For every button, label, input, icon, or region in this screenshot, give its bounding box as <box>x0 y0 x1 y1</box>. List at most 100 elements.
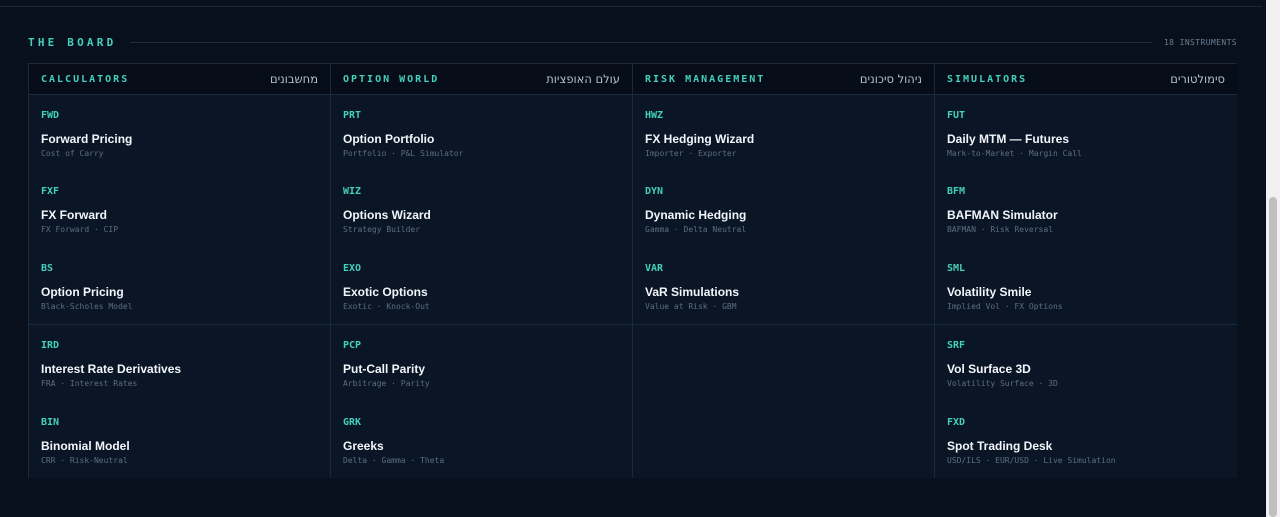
column-title-hebrew: עולם האופציות <box>546 72 620 86</box>
instrument-name: Binomial Model <box>41 439 130 453</box>
instrument-subtitle: Value at Risk · GBM <box>645 302 737 311</box>
column-risk-management: RISK MANAGEMENT ניהול סיכונים HWZ FX Hed… <box>633 64 935 478</box>
instrument-subtitle: Arbitrage · Parity <box>343 379 430 388</box>
instrument-name: Option Portfolio <box>343 132 435 146</box>
instrument-group: FUT Daily MTM — Futures Mark-to-Market ·… <box>935 95 1237 325</box>
instrument-subtitle: Implied Vol · FX Options <box>947 302 1063 311</box>
top-divider <box>0 6 1262 7</box>
section-divider <box>130 41 1152 43</box>
instrument-name: FX Hedging Wizard <box>645 132 755 146</box>
instrument-card-srf[interactable]: SRF Vol Surface 3D Volatility Surface · … <box>935 325 1237 402</box>
instrument-code: BIN <box>41 417 60 428</box>
instrument-code: PRT <box>343 110 362 121</box>
instrument-card-fxf[interactable]: FXF FX Forward FX Forward · CIP <box>29 171 330 248</box>
column-title: CALCULATORS <box>41 73 130 85</box>
instrument-code: SRF <box>947 340 966 351</box>
instrument-name: Interest Rate Derivatives <box>41 362 182 376</box>
instrument-card-pcp[interactable]: PCP Put-Call Parity Arbitrage · Parity <box>331 325 632 402</box>
instrument-name: Option Pricing <box>41 285 124 299</box>
instrument-name: VaR Simulations <box>645 285 740 299</box>
instrument-name: FX Forward <box>41 208 108 222</box>
instrument-code: EXO <box>343 263 362 274</box>
instrument-card-fwd[interactable]: FWD Forward Pricing Cost of Carry <box>29 95 330 171</box>
instrument-subtitle: Exotic · Knock-Out <box>343 302 430 311</box>
instrument-name: Volatility Smile <box>947 285 1032 299</box>
instrument-subtitle: Mark-to-Market · Margin Call <box>947 149 1082 158</box>
instrument-subtitle: Portfolio · P&L Simulator <box>343 149 464 158</box>
column-header: OPTION WORLD עולם האופציות <box>331 64 632 95</box>
instrument-group: PCP Put-Call Parity Arbitrage · Parity G… <box>331 325 632 478</box>
instrument-group: FWD Forward Pricing Cost of Carry FXF FX… <box>29 95 330 325</box>
instrument-code: BFM <box>947 186 966 197</box>
instrument-subtitle: USD/ILS · EUR/USD · Live Simulation <box>947 456 1116 465</box>
instrument-code: FXF <box>41 186 60 197</box>
instrument-code: DYN <box>645 186 664 197</box>
instrument-name: Greeks <box>343 439 384 453</box>
instrument-group: PRT Option Portfolio Portfolio · P&L Sim… <box>331 95 632 325</box>
column-calculators: CALCULATORS מחשבונים FWD Forward Pricing… <box>29 64 331 478</box>
instrument-card-bs[interactable]: BS Option Pricing Black-Scholes Model <box>29 248 330 325</box>
instrument-name: Vol Surface 3D <box>947 362 1031 376</box>
instrument-group: HWZ FX Hedging Wizard Importer · Exporte… <box>633 95 934 325</box>
instrument-group: IRD Interest Rate Derivatives FRA · Inte… <box>29 325 330 478</box>
column-title-hebrew: מחשבונים <box>269 72 318 86</box>
page-scrollbar[interactable] <box>1266 0 1280 517</box>
instrument-code: FUT <box>947 110 966 121</box>
instrument-subtitle: Volatility Surface · 3D <box>947 379 1058 388</box>
scrollbar-thumb[interactable] <box>1269 197 1277 517</box>
column-header: CALCULATORS מחשבונים <box>29 64 330 95</box>
column-title: RISK MANAGEMENT <box>645 73 766 85</box>
instrument-card-fxd[interactable]: FXD Spot Trading Desk USD/ILS · EUR/USD … <box>935 402 1237 479</box>
instrument-code: BS <box>41 263 54 274</box>
instrument-name: Daily MTM — Futures <box>947 132 1070 146</box>
instrument-card-prt[interactable]: PRT Option Portfolio Portfolio · P&L Sim… <box>331 95 632 171</box>
instrument-count: 18 INSTRUMENTS <box>1163 37 1237 47</box>
column-title-hebrew: ניהול סיכונים <box>859 72 922 86</box>
instrument-name: Spot Trading Desk <box>947 439 1053 453</box>
instrument-card-grk[interactable]: GRK Greeks Delta · Gamma · Theta <box>331 402 632 479</box>
instrument-code: HWZ <box>645 110 664 121</box>
instrument-card-bfm[interactable]: BFM BAFMAN Simulator BAFMAN · Risk Rever… <box>935 171 1237 248</box>
instrument-card-ird[interactable]: IRD Interest Rate Derivatives FRA · Inte… <box>29 325 330 402</box>
instrument-card-fut[interactable]: FUT Daily MTM — Futures Mark-to-Market ·… <box>935 95 1237 171</box>
instrument-name: Exotic Options <box>343 285 428 299</box>
column-title-hebrew: סימולטורים <box>1170 72 1225 86</box>
column-header: SIMULATORS סימולטורים <box>935 64 1237 95</box>
section-header: THE BOARD 18 INSTRUMENTS <box>28 34 1237 50</box>
instrument-name: Options Wizard <box>343 208 431 222</box>
instrument-code: PCP <box>343 340 362 351</box>
instrument-code: FXD <box>947 417 966 428</box>
instrument-card-hwz[interactable]: HWZ FX Hedging Wizard Importer · Exporte… <box>633 95 934 171</box>
instrument-name: BAFMAN Simulator <box>947 208 1058 222</box>
instrument-name: Forward Pricing <box>41 132 133 146</box>
instrument-card-sml[interactable]: SML Volatility Smile Implied Vol · FX Op… <box>935 248 1237 325</box>
instrument-code: VAR <box>645 263 664 274</box>
instrument-card-exo[interactable]: EXO Exotic Options Exotic · Knock-Out <box>331 248 632 325</box>
instrument-name: Put-Call Parity <box>343 362 426 376</box>
instrument-code: IRD <box>41 340 60 351</box>
column-header: RISK MANAGEMENT ניהול סיכונים <box>633 64 934 95</box>
instrument-name: Dynamic Hedging <box>645 208 747 222</box>
column-simulators: SIMULATORS סימולטורים FUT Daily MTM — Fu… <box>935 64 1237 478</box>
instrument-subtitle: BAFMAN · Risk Reversal <box>947 225 1053 234</box>
instrument-code: FWD <box>41 110 60 121</box>
empty-group <box>633 325 934 478</box>
column-option-world: OPTION WORLD עולם האופציות PRT Option Po… <box>331 64 633 478</box>
section-title: THE BOARD <box>28 35 117 49</box>
instrument-card-var[interactable]: VAR VaR Simulations Value at Risk · GBM <box>633 248 934 325</box>
instrument-subtitle: Gamma · Delta Neutral <box>645 225 747 234</box>
instrument-card-bin[interactable]: BIN Binomial Model CRR · Risk-Neutral <box>29 402 330 479</box>
instrument-group: SRF Vol Surface 3D Volatility Surface · … <box>935 325 1237 478</box>
instrument-subtitle: Importer · Exporter <box>645 149 737 158</box>
instrument-subtitle: FX Forward · CIP <box>41 225 119 234</box>
instrument-subtitle: Black-Scholes Model <box>41 302 133 311</box>
column-title: OPTION WORLD <box>343 73 440 85</box>
instrument-subtitle: Delta · Gamma · Theta <box>343 456 445 465</box>
instrument-board: CALCULATORS מחשבונים FWD Forward Pricing… <box>28 63 1237 478</box>
instrument-subtitle: FRA · Interest Rates <box>41 379 138 388</box>
column-title: SIMULATORS <box>947 73 1028 85</box>
instrument-card-dyn[interactable]: DYN Dynamic Hedging Gamma · Delta Neutra… <box>633 171 934 248</box>
instrument-subtitle: Strategy Builder <box>343 225 421 234</box>
instrument-card-wiz[interactable]: WIZ Options Wizard Strategy Builder <box>331 171 632 248</box>
instrument-code: SML <box>947 263 966 274</box>
